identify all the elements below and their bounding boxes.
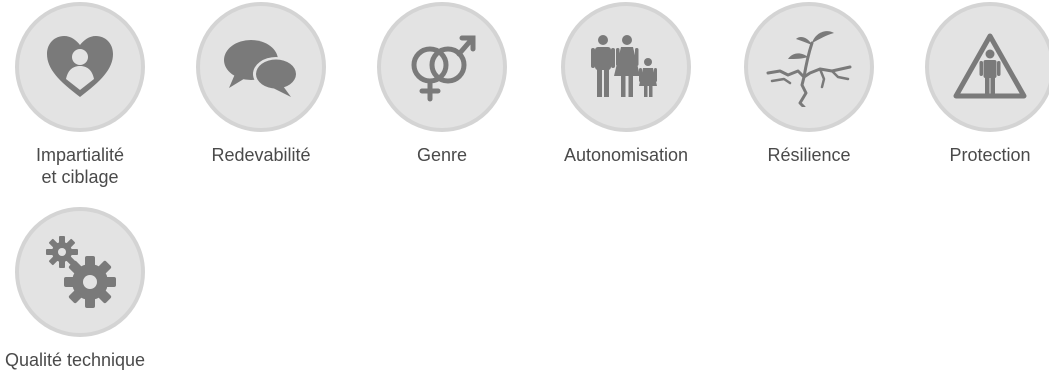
category-icon-circle (925, 2, 1049, 132)
category-label: Genre (416, 145, 468, 165)
category-icon-circle (377, 2, 507, 132)
family-icon (591, 35, 657, 97)
sprout-crack-icon (766, 31, 852, 107)
category-label: Qualité technique (4, 350, 146, 370)
category-icon-circle (561, 2, 691, 132)
category-icon-circle (15, 207, 145, 337)
gender-symbols-icon (411, 35, 476, 102)
category-label: Protection (949, 145, 1031, 165)
heart-person-icon (47, 36, 113, 97)
category-label: Redevabilité (211, 145, 311, 165)
category-label: Résilience (767, 145, 851, 165)
speech-bubbles-icon (224, 40, 299, 97)
category-label: Autonomisation (563, 145, 689, 165)
person-triangle-icon (953, 33, 1027, 99)
category-icon-circle (196, 2, 326, 132)
category-icon-circle (15, 2, 145, 132)
category-icon-circle (744, 2, 874, 132)
category-label: Impartialité et ciblage (35, 145, 125, 187)
gears-icon (46, 236, 116, 308)
